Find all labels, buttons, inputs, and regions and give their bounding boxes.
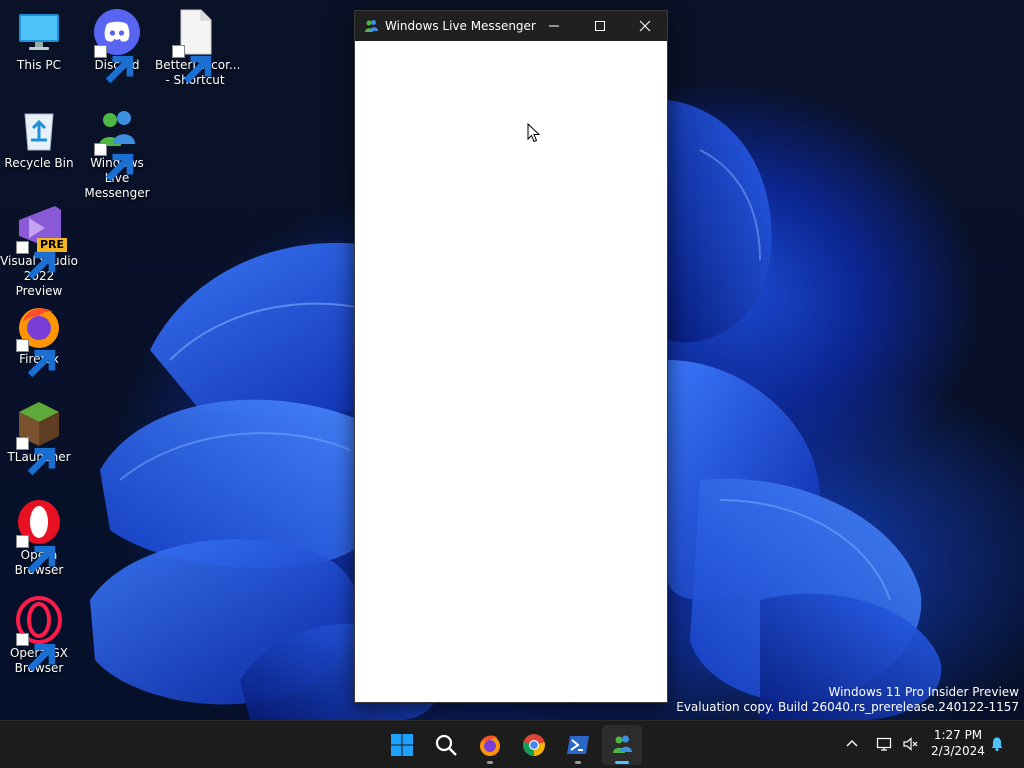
running-indicator <box>575 761 581 764</box>
desktop-icon-recycle-bin[interactable]: Recycle Bin <box>0 106 79 171</box>
opera-gx-icon <box>15 596 63 672</box>
minimize-icon <box>549 25 559 27</box>
taskbar-powershell-button[interactable] <box>558 725 598 765</box>
volume-muted-icon <box>903 737 918 751</box>
chrome-icon <box>523 734 545 756</box>
powershell-icon <box>567 736 589 754</box>
this-pc-icon <box>15 8 63 56</box>
taskbar: 1:27 PM 2/3/2024 <box>0 720 1024 768</box>
file-icon <box>171 8 219 84</box>
desktop-icon-discord[interactable]: Discord <box>77 8 157 84</box>
firefox-icon <box>15 302 63 378</box>
taskbar-search-button[interactable] <box>426 725 466 765</box>
notifications-button[interactable] <box>986 733 1008 755</box>
clock-date: 2/3/2024 <box>931 744 985 758</box>
visual-studio-icon: PRE <box>15 204 67 280</box>
window-content[interactable] <box>355 41 667 702</box>
watermark-build: Evaluation copy. Build 26040.rs_prerelea… <box>676 700 1019 714</box>
close-button[interactable] <box>622 11 668 41</box>
running-indicator <box>487 761 493 764</box>
desktop-icon-tlauncher[interactable]: TLauncher <box>0 400 79 476</box>
chevron-up-icon <box>846 740 858 747</box>
shortcut-arrow-icon <box>94 143 134 182</box>
shortcut-arrow-icon <box>16 535 56 574</box>
windows-watermark: Windows 11 Pro Insider Preview Evaluatio… <box>676 685 1019 715</box>
taskbar-clock[interactable]: 1:27 PM 2/3/2024 <box>927 727 989 759</box>
show-hidden-icons-button[interactable] <box>841 733 863 755</box>
shortcut-arrow-icon <box>16 241 56 280</box>
shortcut-arrow-icon <box>16 437 56 476</box>
taskbar-messenger-button[interactable] <box>602 725 642 765</box>
window-titlebar[interactable]: Windows Live Messenger <box>355 11 667 41</box>
messenger-icon <box>613 735 632 753</box>
taskbar-firefox-button[interactable] <box>470 725 510 765</box>
watermark-edition: Windows 11 Pro Insider Preview <box>828 685 1019 699</box>
taskbar-start-button[interactable] <box>382 725 422 765</box>
clock-time: 1:27 PM <box>933 728 983 742</box>
network-icon <box>876 737 892 751</box>
desktop-icon-betterdiscord-shortcut[interactable]: BetterDiscor... - Shortcut <box>155 8 240 88</box>
messenger-icon <box>363 18 379 34</box>
messenger-icon <box>93 106 141 182</box>
opera-icon <box>15 498 63 574</box>
tray-network-button[interactable] <box>873 733 895 755</box>
start-icon <box>391 734 413 756</box>
maximize-button[interactable] <box>577 11 623 41</box>
desktop-icon-label: Recycle Bin <box>4 156 74 170</box>
messenger-window[interactable]: Windows Live Messenger <box>354 10 668 703</box>
mouse-cursor-icon <box>527 123 541 143</box>
window-title: Windows Live Messenger <box>385 19 536 33</box>
desktop-icon-windows-live-messenger[interactable]: Windows Live Messenger <box>77 106 157 201</box>
desktop-icon-this-pc[interactable]: This PC <box>0 8 79 73</box>
desktop-icon-opera-browser[interactable]: Opera Browser <box>0 498 79 578</box>
desktop-icon-label: This PC <box>17 58 61 72</box>
taskbar-chrome-button[interactable] <box>514 725 554 765</box>
discord-icon <box>93 8 141 84</box>
firefox-icon <box>480 735 500 756</box>
search-icon <box>435 734 457 756</box>
tray-volume-button[interactable] <box>899 733 921 755</box>
tlauncher-icon <box>15 400 63 476</box>
active-indicator <box>615 761 629 764</box>
maximize-icon <box>595 21 605 31</box>
desktop-icon-opera-gx-browser[interactable]: Opera GX Browser <box>0 596 79 676</box>
shortcut-arrow-icon <box>16 339 56 378</box>
minimize-button[interactable] <box>531 11 577 41</box>
shortcut-arrow-icon <box>16 633 56 672</box>
recycle-bin-icon <box>15 106 63 154</box>
desktop-icon-visual-studio-2022-preview[interactable]: PRE Visual Studio 2022 Preview <box>0 204 79 299</box>
bell-icon <box>991 737 1003 752</box>
desktop-icon-firefox[interactable]: Firefox <box>0 302 79 378</box>
shortcut-arrow-icon <box>94 45 134 84</box>
close-icon <box>639 20 651 32</box>
shortcut-arrow-icon <box>172 45 212 84</box>
